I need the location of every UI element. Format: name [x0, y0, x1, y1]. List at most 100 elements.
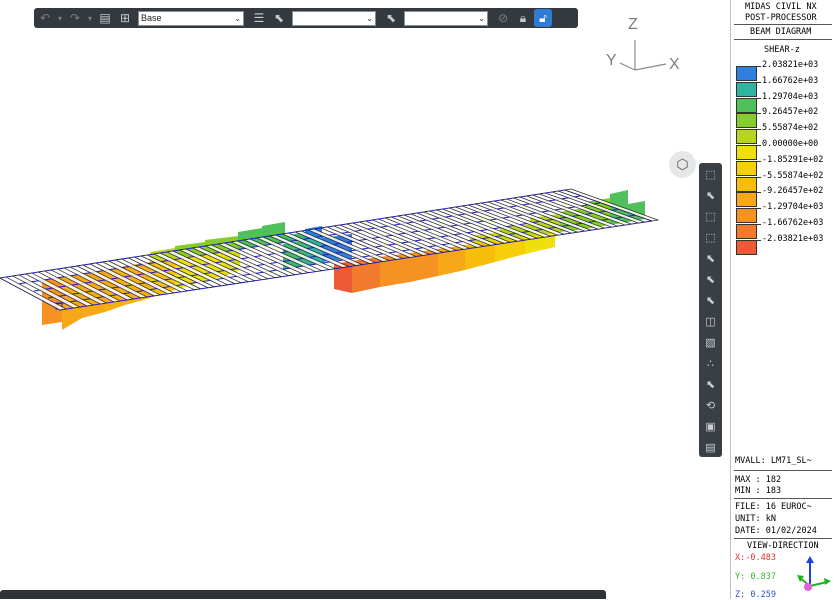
divider [734, 498, 832, 499]
chevron-down-icon: ⌄ [366, 13, 373, 23]
legend-label: 0.00000e+00 [762, 139, 819, 149]
legend-label: 5.55874e+02 [762, 123, 819, 134]
legend-swatch [736, 160, 757, 176]
select-line-icon[interactable]: ⬉ [703, 272, 718, 287]
panel-component: SHEAR-z [764, 45, 800, 55]
panel-title-1: MIDAS CIVIL NX [745, 2, 817, 12]
legend-tick [757, 224, 761, 225]
legend-label: 9.26457e+02 [762, 107, 819, 118]
chevron-down-icon: ⌄ [478, 13, 485, 23]
chevron-down-icon: ⌄ [234, 13, 241, 23]
axis-x-label: X [669, 56, 680, 73]
panel-mvall: MVALL: LM71_SL~ [735, 456, 812, 466]
panel-max: MAX : 182 [735, 475, 782, 485]
filter-icon[interactable]: ⊞ [116, 9, 134, 27]
bottom-command-bar[interactable] [0, 590, 606, 599]
legend-tick [757, 129, 761, 131]
axis-triad [619, 40, 667, 71]
legend-label: 2.03821e+03 [762, 60, 819, 70]
axis-y-label: Y [606, 52, 617, 69]
model-viewport[interactable]: ↶ ▾ ↷ ▾ ▤ ⊞ Base ⌄ ☰ ⬉ ⌄ ⬉ ⌄ ⊘ 🔒︎ 🔓︎ Z Y … [0, 0, 730, 599]
link-icon[interactable]: ⊘ [494, 9, 512, 27]
layers-icon[interactable]: ▧ [703, 335, 718, 350]
panel-view-y: Y: 0.837 [735, 572, 776, 582]
y-axis-line [619, 62, 636, 71]
divider [734, 39, 832, 40]
deselect-icon[interactable]: ⬉ [703, 377, 718, 392]
legend-swatch [736, 66, 757, 81]
legend-tick [757, 113, 761, 115]
legend-tick [757, 97, 761, 99]
legend-swatch [736, 97, 757, 113]
panel-view-x: X:-0.483 [735, 553, 776, 563]
display-icon[interactable]: ▣ [703, 419, 718, 434]
select-intersect-icon[interactable]: ⬚ [703, 230, 718, 245]
legend-label: 1.66762e+03 [762, 75, 819, 86]
view-direction-triad-icon [797, 556, 831, 591]
monitor-icon[interactable]: ▤ [703, 440, 718, 455]
legend-label: -5.55874e+02 [762, 170, 824, 181]
document-icon[interactable]: ▤ [96, 9, 114, 27]
axis-z-label: Z [628, 16, 638, 33]
cursor-select-icon[interactable]: ⬉ [382, 9, 400, 27]
redo-icon[interactable]: ↷ [66, 9, 84, 27]
legend-label: -1.66762e+03 [762, 218, 824, 228]
legend-swatch [736, 113, 757, 129]
post-processor-panel: MIDAS CIVIL NX POST-PROCESSOR BEAM DIAGR… [730, 0, 835, 600]
panel-min: MIN : 183 [735, 486, 782, 496]
legend-swatch [736, 81, 757, 97]
stack-icon[interactable]: ☰ [250, 9, 268, 27]
select-dropdown-2[interactable]: ⌄ [292, 10, 376, 26]
legend-swatch [736, 129, 757, 145]
select-polygon-icon[interactable]: ⬉ [703, 188, 718, 203]
node-icon[interactable]: ∴ [703, 356, 718, 371]
undo-dropdown-icon[interactable]: ▾ [56, 9, 64, 27]
view-select-value: Base [141, 13, 162, 23]
redo-dropdown-icon[interactable]: ▾ [86, 9, 94, 27]
select-plane-icon[interactable]: ⬉ [703, 251, 718, 266]
beam-diagram-model [0, 188, 660, 330]
legend-swatch [736, 145, 757, 160]
view-select[interactable]: Base ⌄ [138, 10, 244, 26]
legend-label: -2.03821e+03 [762, 233, 824, 244]
legend-tick [757, 208, 761, 210]
undo-icon[interactable]: ↶ [36, 9, 54, 27]
divider [734, 538, 832, 539]
legend-tick [757, 192, 761, 194]
panel-title-2: POST-PROCESSOR [745, 13, 817, 23]
rotate-view-icon[interactable]: ⟲ [703, 398, 718, 413]
select-box-icon[interactable]: ⬚ [703, 209, 718, 224]
panel-date: DATE: 01/02/2024 [735, 526, 817, 536]
legend-tick [757, 239, 761, 241]
vertical-toolbar: ⬚ ⬉ ⬚ ⬚ ⬉ ⬉ ⬉ ◫ ▧ ∴ ⬉ ⟲ ▣ ▤ [699, 163, 722, 457]
divider [734, 470, 832, 471]
legend-tick [757, 66, 761, 67]
select-dropdown-3[interactable]: ⌄ [404, 10, 488, 26]
divider [734, 24, 832, 25]
select-window-icon[interactable]: ⬚ [703, 167, 718, 182]
legend-label: -1.85291e+02 [762, 154, 824, 165]
x-axis-line [634, 63, 667, 71]
pointer-settings-icon[interactable]: ⬉ [270, 9, 288, 27]
top-toolbar: ↶ ▾ ↷ ▾ ▤ ⊞ Base ⌄ ☰ ⬉ ⌄ ⬉ ⌄ ⊘ 🔒︎ 🔓︎ [34, 8, 578, 28]
fit-view-icon[interactable]: ◫ [703, 314, 718, 329]
view-cube-icon[interactable]: ⬡ [669, 151, 696, 178]
legend-swatch [736, 208, 757, 224]
legend-swatch [736, 224, 757, 239]
panel-file: FILE: 16 EUROC~ [735, 502, 812, 512]
legend-swatch [736, 176, 757, 192]
legend-tick [757, 81, 761, 83]
legend-tick [757, 145, 761, 146]
legend-swatch [736, 192, 757, 208]
legend-swatch [736, 239, 757, 255]
panel-unit: UNIT: kN [735, 514, 776, 524]
select-property-icon[interactable]: ⬉ [703, 293, 718, 308]
legend-tick [757, 160, 761, 162]
panel-view-direction: VIEW-DIRECTION [747, 541, 819, 551]
panel-diagram-type: BEAM DIAGRAM [750, 27, 812, 37]
unlock-icon[interactable]: 🔓︎ [534, 9, 552, 27]
lock-icon[interactable]: 🔒︎ [514, 9, 532, 27]
legend-label: -9.26457e+02 [762, 186, 824, 197]
legend-label: -1.29704e+03 [762, 202, 824, 213]
legend-label: 1.29704e+03 [762, 91, 819, 102]
